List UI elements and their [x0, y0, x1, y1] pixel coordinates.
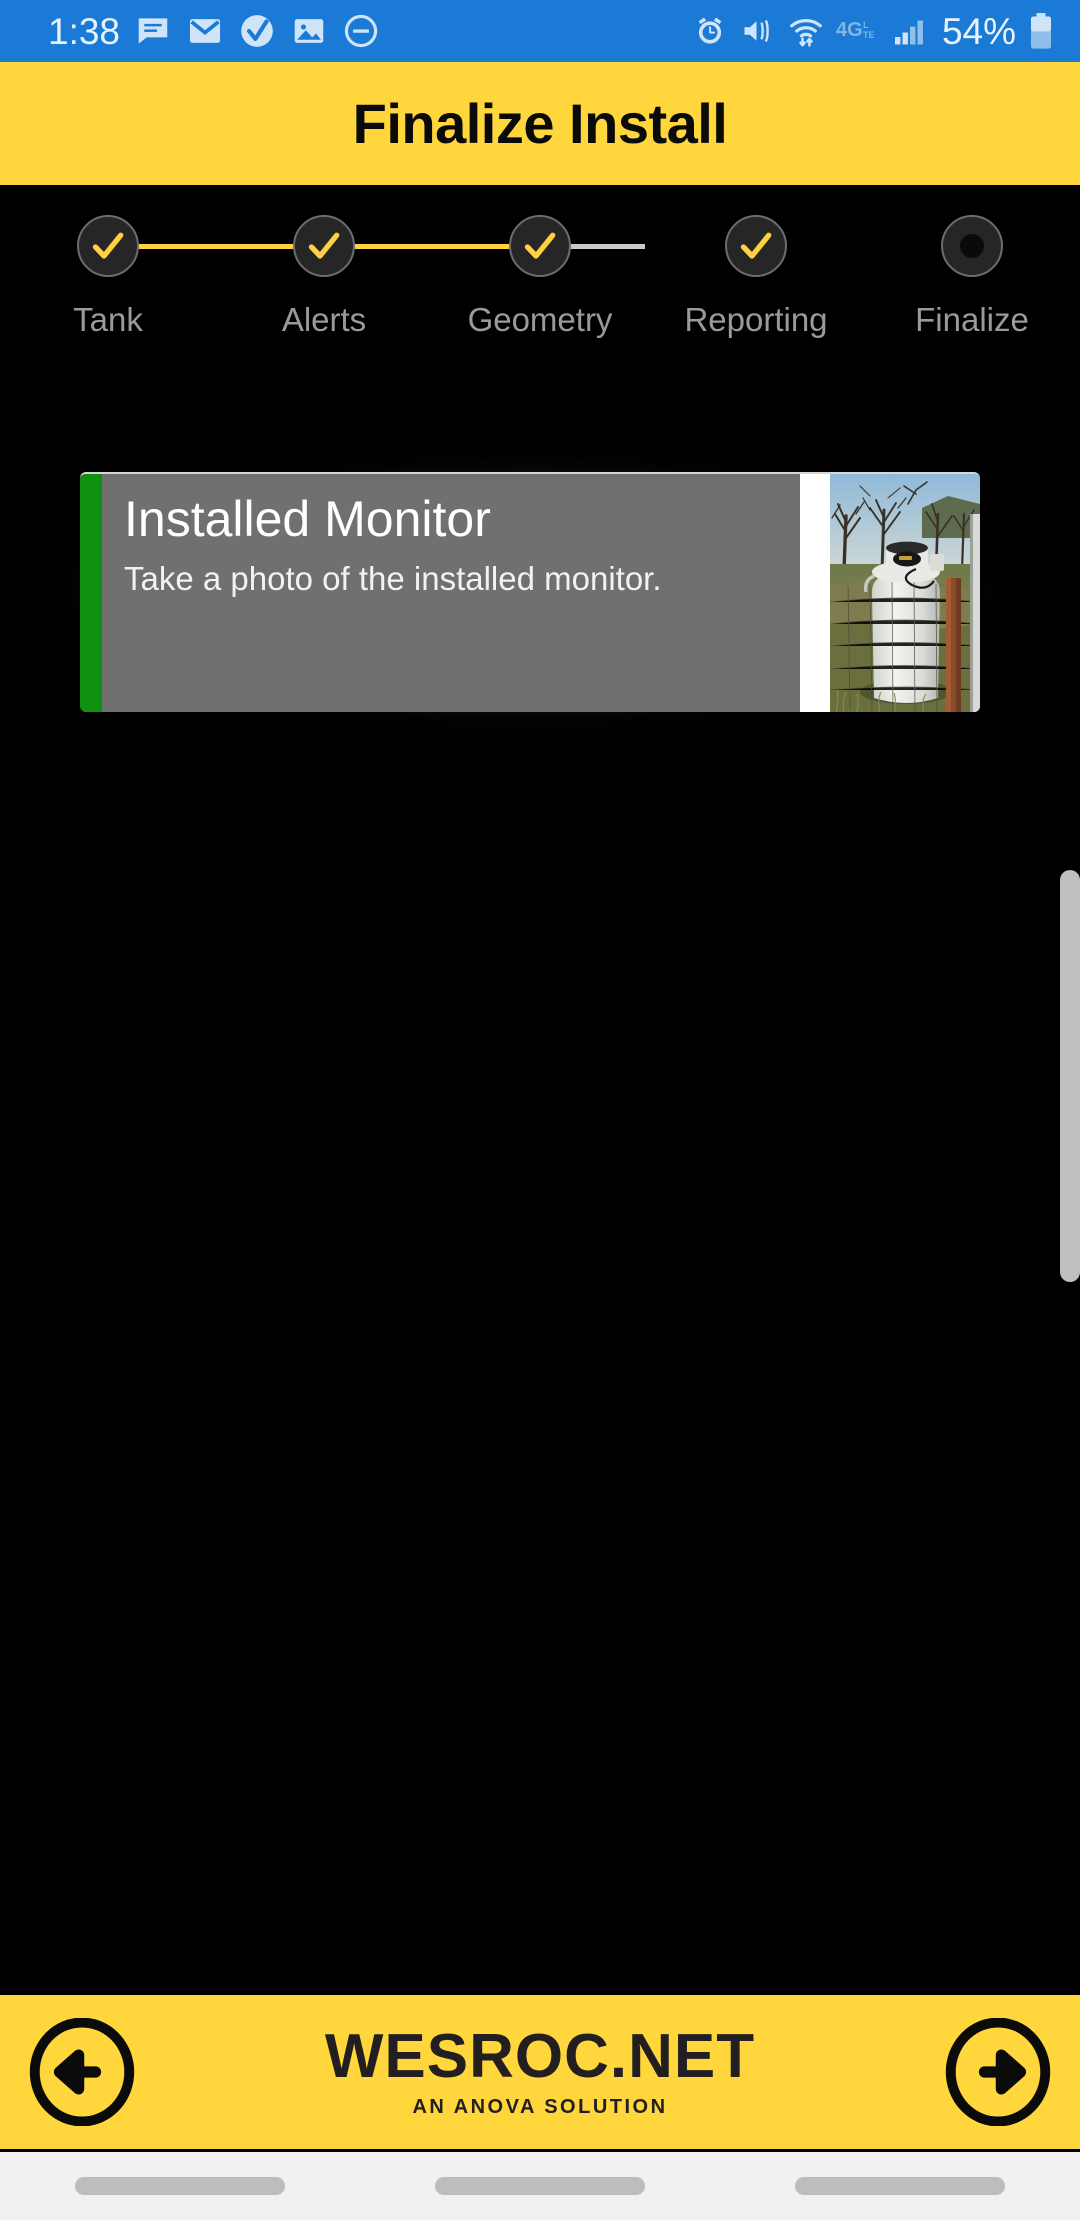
status-bar-left-group: 1:38 [48, 12, 380, 50]
brand-tagline: AN ANOVA SOLUTION [412, 2095, 668, 2118]
signal-bars-icon [892, 13, 928, 49]
bottom-navigation-bar: WESROC.NET AN ANOVA SOLUTION [0, 1992, 1080, 2152]
card-body: Installed Monitor Take a photo of the in… [102, 474, 800, 712]
installed-monitor-card-wrapper: Installed Monitor Take a photo of the in… [66, 456, 994, 726]
android-navigation-bar [0, 2152, 1080, 2220]
check-icon [740, 232, 772, 259]
stepper-connector-3 [381, 244, 513, 249]
status-bar-clock: 1:38 [48, 10, 121, 52]
check-icon [92, 232, 124, 259]
wifi-icon [788, 13, 824, 49]
do-not-disturb-icon [342, 12, 380, 50]
stepper-step-reporting[interactable]: Reporting [648, 215, 864, 339]
vertical-scrollbar-thumb[interactable] [1060, 870, 1080, 1282]
status-bar: 1:38 4G L TE 54% [0, 0, 1080, 62]
stepper-label-finalize: Finalize [915, 301, 1029, 338]
thumbnail-photo [830, 474, 980, 712]
battery-percent-label: 54% [941, 10, 1016, 52]
forward-button[interactable] [942, 2016, 1054, 2128]
photo-icon [290, 12, 328, 50]
svg-text:TE: TE [863, 30, 875, 40]
stepper-label-reporting: Reporting [684, 301, 828, 338]
status-bar-right-group: 4G L TE 54% [692, 12, 1054, 50]
stepper-circle-tank [77, 215, 139, 277]
card-title: Installed Monitor [124, 491, 491, 547]
message-icon [134, 12, 172, 50]
nav-pill-back[interactable] [795, 2177, 1005, 2195]
nav-pill-recents[interactable] [75, 2177, 285, 2195]
stepper-label-tank: Tank [73, 301, 143, 338]
dot-icon [960, 234, 984, 258]
stepper-circle-reporting [725, 215, 787, 277]
forward-arrow-icon [945, 2018, 1051, 2126]
stepper-label-alerts: Alerts [281, 301, 367, 338]
stepper-circle-alerts [293, 215, 355, 277]
back-arrow-icon [29, 2018, 135, 2126]
stepper-circle-geometry [509, 215, 571, 277]
stepper-circle-finalize [941, 215, 1003, 277]
back-button[interactable] [26, 2016, 138, 2128]
brand-block: WESROC.NET AN ANOVA SOLUTION [138, 2021, 942, 2119]
card-status-accent-bar [80, 474, 102, 712]
page-title: Finalize Install [352, 92, 728, 155]
battery-icon [1028, 12, 1054, 50]
brand-name: WESROC.NET [324, 2021, 756, 2091]
nav-pill-home[interactable] [435, 2177, 645, 2195]
alarm-icon [692, 13, 728, 49]
app-screen: 1:38 4G L TE 54% Finalize Install Tank A… [0, 0, 1080, 2220]
mute-vibrate-icon [740, 13, 776, 49]
check-icon [308, 232, 340, 259]
stepper-row: Tank Alerts Geometry Reporting Finalize [0, 215, 1080, 339]
check-icon [524, 232, 556, 259]
svg-text:L: L [863, 20, 869, 30]
lte-4g-icon: 4G L TE [836, 16, 880, 46]
checkmark-badge-icon [238, 12, 276, 50]
stepper-step-finalize[interactable]: Finalize [864, 215, 1080, 339]
stepper-step-geometry[interactable]: Geometry [432, 215, 648, 339]
stepper-label-geometry: Geometry [467, 301, 613, 338]
card-thumbnail-pad [800, 474, 980, 712]
installed-monitor-thumbnail[interactable] [830, 474, 980, 712]
stepper-step-alerts[interactable]: Alerts [216, 215, 432, 339]
installed-monitor-card[interactable]: Installed Monitor Take a photo of the in… [80, 472, 980, 712]
stepper-step-tank[interactable]: Tank [0, 215, 216, 339]
card-subtitle: Take a photo of the installed monitor. [124, 560, 662, 597]
app-header: Finalize Install [0, 62, 1080, 185]
install-stepper: Tank Alerts Geometry Reporting Finalize [0, 215, 1080, 338]
email-icon [186, 12, 224, 50]
svg-text:4G: 4G [836, 19, 863, 41]
vertical-scrollbar-track[interactable] [1060, 190, 1080, 1990]
